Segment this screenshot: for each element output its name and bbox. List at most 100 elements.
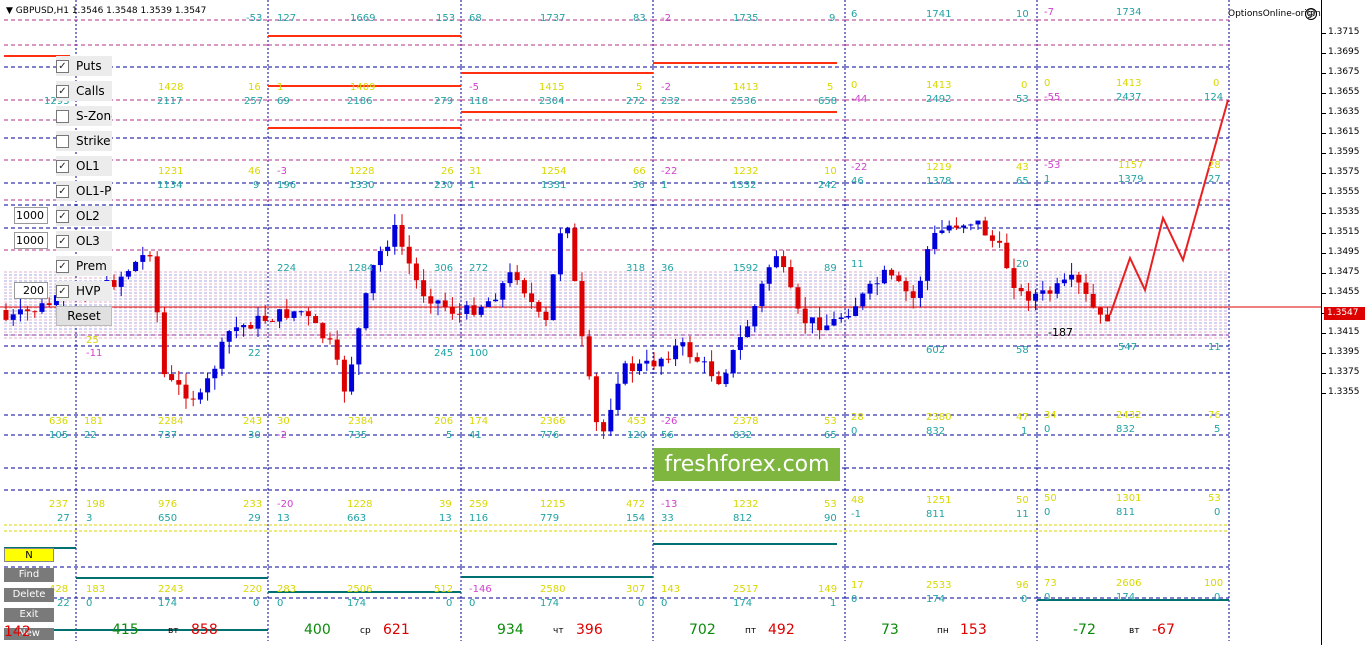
checkbox-ol2[interactable]: ✓ OL2 bbox=[56, 206, 112, 226]
checkbox-strike[interactable]: Strike bbox=[56, 131, 112, 151]
checkbox-ol3[interactable]: ✓ OL3 bbox=[56, 231, 112, 251]
candle-body bbox=[1097, 307, 1103, 315]
option-stat: 658 bbox=[818, 96, 838, 107]
hvp-input[interactable]: 200 bbox=[14, 282, 48, 299]
ol3-input[interactable]: 1000 bbox=[14, 232, 48, 249]
candle-body bbox=[752, 306, 758, 327]
option-stat: -1 bbox=[851, 509, 861, 520]
checkbox-box[interactable]: ✓ bbox=[56, 284, 69, 298]
option-stat: 0 bbox=[638, 598, 645, 609]
price-label: 1.3495 bbox=[1328, 247, 1360, 257]
dropdown-triangle-icon[interactable]: ▼ bbox=[6, 6, 16, 16]
option-stat: 602 bbox=[926, 345, 946, 356]
day-green-value: -72 bbox=[1073, 622, 1096, 638]
option-stat: 5 bbox=[446, 430, 453, 441]
option-stat: -55 bbox=[1044, 92, 1061, 103]
candle-body bbox=[658, 358, 664, 367]
option-stat: 283 bbox=[277, 584, 297, 595]
candle-body bbox=[406, 246, 412, 264]
option-stat: 0 bbox=[851, 594, 858, 605]
candle-body bbox=[385, 246, 391, 252]
option-stat: -53 bbox=[246, 13, 263, 24]
candle-body bbox=[248, 325, 254, 329]
option-stat: 116 bbox=[469, 513, 489, 524]
day-green-value: 702 bbox=[689, 622, 716, 638]
brand-logo[interactable]: freshforex.com bbox=[654, 448, 840, 481]
candle-body bbox=[925, 249, 931, 281]
checkbox-prem[interactable]: ✓ Prem bbox=[56, 256, 112, 276]
price-label: 1.3615 bbox=[1328, 127, 1360, 137]
reset-button[interactable]: Reset bbox=[56, 306, 112, 326]
checkbox-hvp[interactable]: ✓ HVP bbox=[56, 281, 112, 301]
candle-body bbox=[1047, 290, 1053, 294]
option-stat: 0 bbox=[1044, 78, 1051, 89]
checkbox-box[interactable] bbox=[56, 109, 69, 123]
checkbox-box[interactable]: ✓ bbox=[56, 159, 69, 173]
option-stat: 2492 bbox=[926, 94, 952, 105]
option-stat: 230 bbox=[434, 180, 454, 191]
day-red-value: 153 bbox=[960, 622, 987, 638]
option-stat: -13 bbox=[661, 499, 678, 510]
option-stat: 0 bbox=[1021, 80, 1028, 91]
checkbox-box[interactable]: ✓ bbox=[56, 84, 69, 98]
option-stat: 2284 bbox=[158, 416, 184, 427]
option-stat: 47 bbox=[1016, 412, 1029, 423]
day-name: вт bbox=[1129, 626, 1140, 636]
option-stat: 174 bbox=[1116, 592, 1136, 603]
checkbox-puts[interactable]: ✓ Puts bbox=[56, 56, 112, 76]
candle-body bbox=[1061, 279, 1067, 284]
checkbox-label: OL1 bbox=[76, 159, 100, 173]
option-stat: 242 bbox=[818, 180, 838, 191]
option-stat: 11 bbox=[1016, 509, 1029, 520]
checkbox-box[interactable] bbox=[56, 134, 69, 148]
candle-body bbox=[961, 225, 967, 228]
checkbox-s-zones[interactable]: S-Zones bbox=[56, 106, 112, 126]
price-axis[interactable]: 1.3715 1.3695 1.3675 1.3655 1.3635 1.3615 1.35… bbox=[1321, 0, 1365, 645]
option-stat: 2117 bbox=[157, 96, 183, 107]
checkbox-ol1[interactable]: ✓ OL1 bbox=[56, 156, 112, 176]
candle-body bbox=[500, 283, 506, 300]
candle-body bbox=[428, 296, 434, 304]
option-stat: 96 bbox=[1016, 580, 1029, 591]
smiley-icon[interactable]: ☺ bbox=[1305, 8, 1317, 20]
checkbox-box[interactable]: ✓ bbox=[56, 209, 69, 223]
candle-body bbox=[838, 317, 844, 320]
price-label: 1.3555 bbox=[1328, 187, 1360, 197]
candle-body bbox=[133, 261, 139, 272]
option-stat: 13 bbox=[439, 513, 452, 524]
exit-button[interactable]: Exit bbox=[4, 608, 54, 622]
n-button[interactable]: N bbox=[4, 548, 54, 562]
checkbox-box[interactable]: ✓ bbox=[56, 184, 69, 198]
option-stat: 89 bbox=[824, 263, 837, 274]
candle-body bbox=[233, 327, 239, 332]
checkbox-box[interactable]: ✓ bbox=[56, 59, 69, 73]
find-button[interactable]: Find bbox=[4, 568, 54, 582]
option-stat: 1231 bbox=[158, 166, 184, 177]
candle-body bbox=[241, 325, 247, 328]
delete-button[interactable]: Delete bbox=[4, 588, 54, 602]
option-stat: 272 bbox=[469, 263, 489, 274]
checkbox-box[interactable]: ✓ bbox=[56, 259, 69, 273]
option-stat: 220 bbox=[243, 584, 263, 595]
axis-tick bbox=[1322, 293, 1326, 294]
option-stat: -20 bbox=[277, 499, 294, 510]
option-stat: 43 bbox=[1016, 162, 1029, 173]
option-stat: 472 bbox=[626, 499, 646, 510]
option-stat: 243 bbox=[243, 416, 263, 427]
axis-tick bbox=[1322, 393, 1326, 394]
option-stat: 30 bbox=[277, 416, 290, 427]
axis-tick bbox=[1322, 173, 1326, 174]
option-stat: -2 bbox=[661, 82, 671, 93]
checkbox-ol1-p[interactable]: ✓ OL1-P bbox=[56, 181, 112, 201]
option-stat: 65 bbox=[824, 430, 837, 441]
checkbox-calls[interactable]: ✓ Calls bbox=[56, 81, 112, 101]
axis-tick bbox=[1322, 73, 1326, 74]
ol2-input[interactable]: 1000 bbox=[14, 207, 48, 224]
checkbox-box[interactable]: ✓ bbox=[56, 234, 69, 248]
checkbox-label: OL3 bbox=[76, 234, 100, 248]
candle-body bbox=[521, 280, 527, 294]
option-stat: 453 bbox=[627, 416, 647, 427]
candle-body bbox=[932, 232, 938, 250]
chart-area[interactable]: ▼ GBPUSD,H1 1.3546 1.3548 1.3539 1.3547 … bbox=[0, 0, 1321, 641]
candle-body bbox=[1054, 283, 1060, 294]
